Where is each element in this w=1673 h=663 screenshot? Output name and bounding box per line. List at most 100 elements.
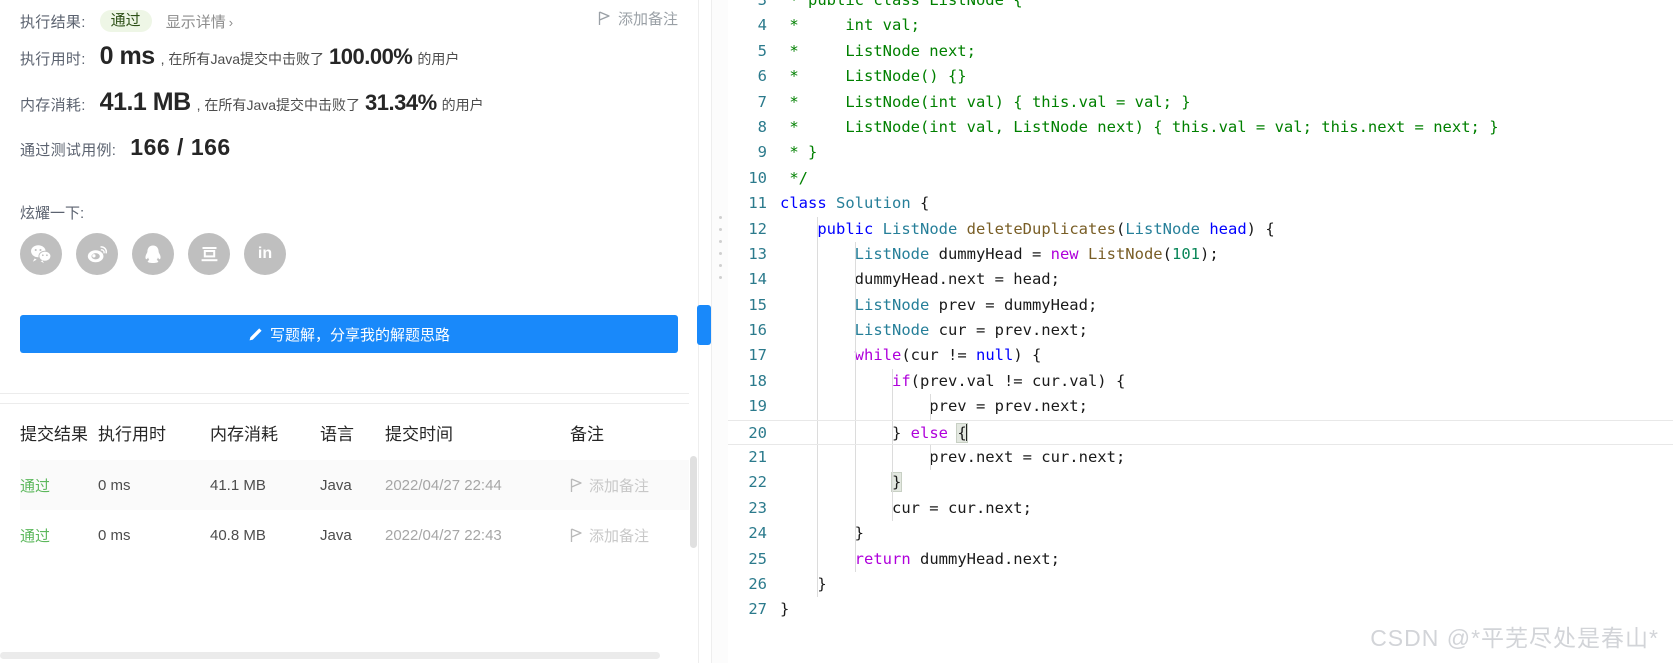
show-detail-link[interactable]: 显示详情 › <box>166 11 233 32</box>
code-line[interactable]: 13 ListNode dummyHead = new ListNode(101… <box>728 241 1673 268</box>
line-number: 8 <box>757 117 767 136</box>
table-row[interactable]: 通过 0 ms 40.8 MB Java 2022/04/27 22:43 添加… <box>20 510 698 560</box>
cell-add-note[interactable]: 添加备注 <box>570 525 698 546</box>
code-line[interactable]: 19 prev = prev.next; <box>728 394 1673 420</box>
code-line[interactable]: 18 if(prev.val != cur.val) { <box>728 368 1673 395</box>
code-line[interactable]: 7 * ListNode(int val) { this.val = val; … <box>728 90 1673 115</box>
testcases-label: 通过测试用例: <box>20 142 117 159</box>
code-line[interactable]: 6 * ListNode() {} <box>728 64 1673 89</box>
code-line-text[interactable]: * ListNode() {} <box>780 64 1673 89</box>
add-note-button[interactable]: 添加备注 <box>598 8 678 29</box>
code-line[interactable]: 20 } else { <box>728 419 1673 446</box>
code-line[interactable]: 14 dummyHead.next = head; <box>728 267 1673 293</box>
code-line-text[interactable]: } <box>780 571 1673 598</box>
status-badge[interactable]: 通过 <box>99 10 152 32</box>
code-line[interactable]: 12 public ListNode deleteDuplicates(List… <box>728 216 1673 242</box>
code-line[interactable]: 22 } <box>728 470 1673 496</box>
code-line-text[interactable]: class Solution { <box>780 191 1673 216</box>
cell-language: Java <box>320 476 352 494</box>
code-line-text[interactable]: ListNode cur = prev.next; <box>780 318 1673 344</box>
code-token: } <box>780 574 827 593</box>
cell-result[interactable]: 通过 <box>20 525 98 546</box>
code-token: } <box>780 600 790 619</box>
code-line[interactable]: 24 } <box>728 521 1673 547</box>
editor-viewport[interactable]: 3 * public class ListNode {4 * int val; 5… <box>728 0 1673 663</box>
cell-add-note[interactable]: 添加备注 <box>570 475 698 496</box>
code-line-text[interactable]: * ListNode(int val, ListNode next) { thi… <box>780 115 1673 140</box>
code-editor-panel: 3 * public class ListNode {4 * int val; 5… <box>712 0 1673 663</box>
indent-guide <box>892 394 894 420</box>
memory-text-after: 提交中击败了 <box>276 97 361 113</box>
indent-guide <box>929 394 931 420</box>
runtime-suffix: 的用户 <box>417 51 460 67</box>
code-line[interactable]: 8 * ListNode(int val, ListNode next) { t… <box>728 115 1673 140</box>
horizontal-scrollbar[interactable] <box>0 652 660 659</box>
code-token: Solution <box>836 194 911 213</box>
line-number: 4 <box>757 16 767 35</box>
table-row[interactable]: 通过 0 ms 41.1 MB Java 2022/04/27 22:44 添加… <box>20 460 698 510</box>
cell-runtime: 0 ms <box>98 526 131 544</box>
code-line[interactable]: 11 class Solution { <box>728 191 1673 216</box>
code-token: ( <box>1162 244 1172 263</box>
code-line-text[interactable]: while(cur != null) { <box>780 343 1673 369</box>
code-line-text[interactable]: ListNode prev = dummyHead; <box>780 292 1673 319</box>
code-token: ListNode <box>854 295 930 314</box>
code-token: return <box>854 549 911 568</box>
line-number: 18 <box>748 371 767 390</box>
code-line[interactable]: 21 prev.next = cur.next; <box>728 445 1673 471</box>
splitter-handle[interactable] <box>697 305 711 345</box>
code-token: * ListNode() {} <box>780 67 967 86</box>
code-line-text[interactable]: } <box>780 521 1673 547</box>
code-line-text[interactable]: if(prev.val != cur.val) { <box>780 368 1673 395</box>
code-line-text[interactable]: prev = prev.next; <box>780 394 1673 420</box>
code-token: } <box>780 423 911 442</box>
code-token: * ListNode(int val) { this.val = val; } <box>780 92 1191 111</box>
code-line[interactable]: 4 * int val; <box>728 13 1673 38</box>
cell-result[interactable]: 通过 <box>20 475 98 496</box>
code-line-text[interactable]: prev.next = cur.next; <box>780 445 1673 471</box>
text-cursor <box>965 422 968 441</box>
linkedin-icon[interactable]: in <box>244 233 286 275</box>
indent-guide <box>817 445 819 471</box>
write-solution-button[interactable]: 写题解，分享我的解题思路 <box>20 315 678 353</box>
code-line-text[interactable]: * public class ListNode { <box>780 0 1673 13</box>
editor-code-lines[interactable]: 3 * public class ListNode {4 * int val; 5… <box>728 0 1673 623</box>
douban-icon[interactable] <box>188 233 230 275</box>
code-line[interactable]: 25 return dummyHead.next; <box>728 546 1673 572</box>
code-line-text[interactable]: } else { <box>780 420 1673 445</box>
code-line[interactable]: 9 * } <box>728 140 1673 165</box>
code-line-text[interactable]: public ListNode deleteDuplicates(ListNod… <box>780 216 1673 242</box>
code-line-text[interactable]: * } <box>780 140 1673 165</box>
wechat-icon[interactable] <box>20 233 62 275</box>
code-line-text[interactable]: dummyHead.next = head; <box>780 267 1673 293</box>
code-line-text[interactable]: * ListNode next; <box>780 39 1673 64</box>
panel-scrollbar-thumb[interactable] <box>690 456 697 548</box>
code-line-text[interactable]: cur = cur.next; <box>780 495 1673 522</box>
code-line-text[interactable]: * ListNode(int val) { this.val = val; } <box>780 90 1673 115</box>
editor-overview-ruler[interactable] <box>712 0 728 663</box>
indent-guide <box>817 241 819 268</box>
line-number: 11 <box>748 194 767 213</box>
code-line-text[interactable]: */ <box>780 166 1673 191</box>
code-line[interactable]: 3 * public class ListNode { <box>728 0 1673 13</box>
code-line[interactable]: 15 ListNode prev = dummyHead; <box>728 292 1673 319</box>
weibo-icon[interactable] <box>76 233 118 275</box>
chevron-right-icon: › <box>228 14 234 30</box>
write-solution-label: 写题解，分享我的解题思路 <box>269 326 450 344</box>
code-token: prev = dummyHead; <box>929 295 1098 314</box>
code-token: (prev.val != cur.val) { <box>910 371 1126 390</box>
code-line[interactable]: 26 } <box>728 571 1673 598</box>
code-line[interactable]: 16 ListNode cur = prev.next; <box>728 318 1673 344</box>
qq-icon[interactable] <box>132 233 174 275</box>
panel-splitter[interactable] <box>697 0 712 663</box>
code-line[interactable]: 17 while(cur != null) { <box>728 343 1673 369</box>
code-line[interactable]: 5 * ListNode next; <box>728 39 1673 64</box>
code-line[interactable]: 10 */ <box>728 166 1673 191</box>
code-line-text[interactable]: } <box>780 470 1673 496</box>
code-line-text[interactable]: return dummyHead.next; <box>780 546 1673 572</box>
code-token: ListNode <box>1087 244 1163 263</box>
code-line[interactable]: 23 cur = cur.next; <box>728 495 1673 522</box>
code-line-text[interactable]: ListNode dummyHead = new ListNode(101); <box>780 241 1673 268</box>
code-token: dummyHead = <box>929 244 1051 263</box>
code-line-text[interactable]: * int val; <box>780 13 1673 38</box>
